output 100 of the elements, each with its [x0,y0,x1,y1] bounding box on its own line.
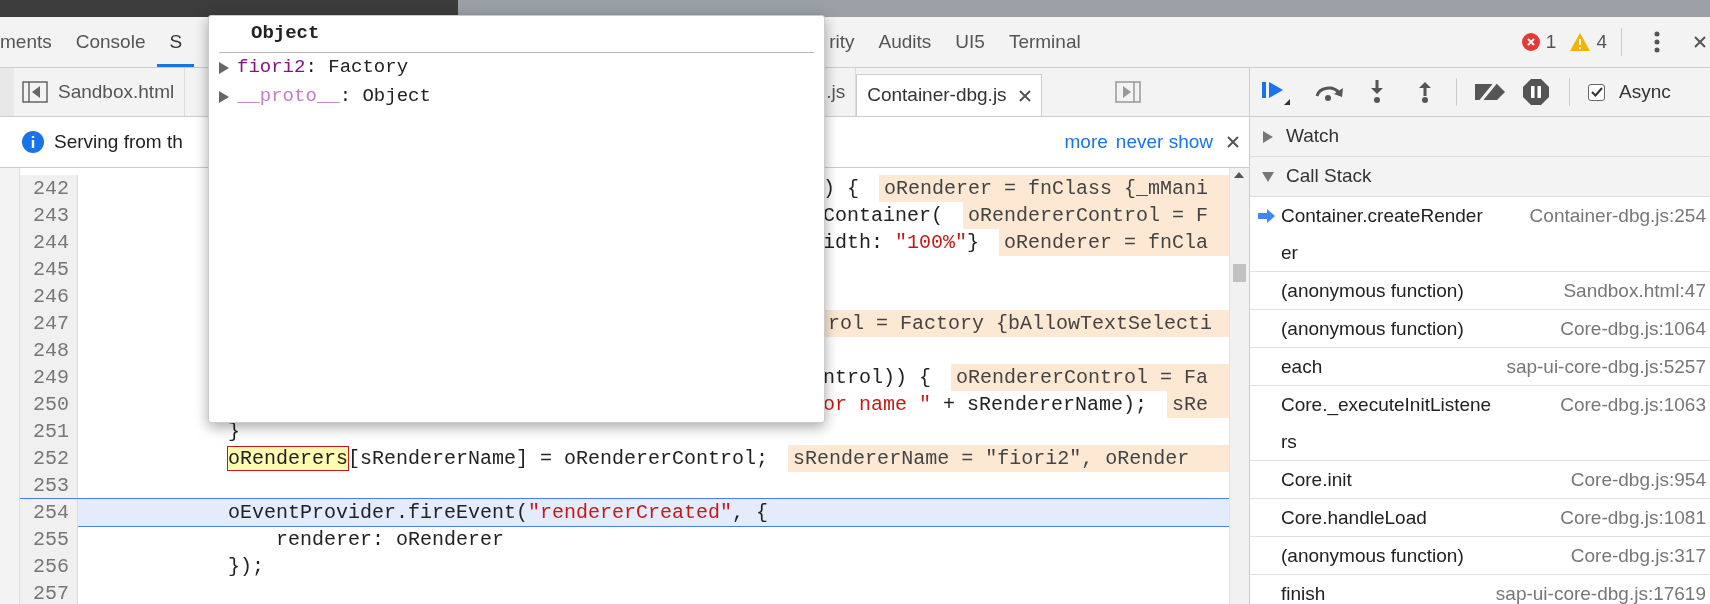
file-tab[interactable]: Sandbox.html [48,68,186,116]
close-icon[interactable] [1018,89,1031,102]
line-number: 250 [20,391,78,418]
line-number: 247 [20,310,78,337]
function-name: (anonymous function) [1281,279,1465,303]
frame-location: Core-dbg.js:1063 [1559,393,1706,417]
frame-location: sap-ui-core-dbg.js:5257 [1505,355,1706,379]
code-text: idth: "100%"} [823,229,980,256]
line-number: 248 [20,337,78,364]
async-checkbox[interactable] [1588,83,1605,101]
line-number: 251 [20,418,78,445]
inline-value: oRendererControl = F [963,202,1229,229]
line-number: 254 [20,499,78,526]
scroll-up-icon[interactable] [1234,172,1244,178]
line-number: 246 [20,283,78,310]
panel-tab[interactable]: Console [63,17,158,67]
frame-location: Core-dbg.js:1064 [1559,317,1706,341]
step-into-icon[interactable] [1370,80,1384,104]
line-number: 257 [20,580,78,604]
panel-tab[interactable]: ments [0,17,64,67]
more-options-icon[interactable] [1654,31,1660,53]
line-number: 244 [20,229,78,256]
frame-location: sap-ui-core-dbg.js:17619 [1494,582,1706,604]
code-text: or name " + sRendererName); [823,391,1148,418]
frame-location: Core-dbg.js:317 [1569,544,1706,568]
function-name: Core.init [1281,468,1353,492]
error-icon [1521,33,1540,51]
panel-tab[interactable]: UI5 [943,17,997,67]
line-number: 249 [20,364,78,391]
panel-tab[interactable]: Terminal [996,17,1093,67]
line-number: 252 [20,445,78,472]
checkbox-label: Async [1619,79,1671,104]
info-message: Serving from th [54,129,183,154]
code-text: oRenderers[sRendererName] = oRendererControl; [228,445,769,472]
call-stack-frame[interactable]: finish sap-ui-core-dbg.js:17619 [1250,575,1710,604]
call-stack-frame[interactable]: Core._executeInitListeners Core-dbg.js:1063 [1250,386,1710,461]
panel-tab[interactable]: Audits [866,17,944,67]
function-name: finish [1281,582,1327,604]
line-number: 256 [20,553,78,580]
info-link[interactable]: more [1064,127,1108,157]
function-name: (anonymous function) [1281,544,1465,568]
line-number: 242 [20,175,78,202]
pause-on-exceptions-icon[interactable] [1523,79,1549,105]
close-icon[interactable] [1227,136,1239,148]
panel-toggle-icon[interactable] [1115,81,1141,103]
error-count: 1 [1545,29,1557,54]
expanded-triangle-icon [1262,170,1274,183]
popover-title: Object [219,16,814,53]
code-text: ) { [823,175,859,202]
inline-value: sRe [1167,391,1229,418]
info-link[interactable]: never show [1115,127,1213,157]
inline-value: sRendererName = "fiori2", oRender [788,445,1229,472]
code-text: Container( [823,202,944,229]
function-name: Core.handleLoad [1281,506,1428,530]
code-text: }); [228,553,264,580]
file-tab[interactable]: Container-dbg.js [856,74,1042,116]
expand-triangle-icon[interactable] [219,90,229,103]
warning-count: 4 [1596,29,1607,54]
close-icon[interactable] [1694,36,1706,48]
section-header[interactable]: Call Stack [1250,157,1710,197]
inline-value: rol = Factory {bAllowTextSelecti [823,310,1229,337]
property-value: : Factory [305,55,409,81]
line-number: 253 [20,472,78,499]
call-stack-frame[interactable]: each sap-ui-core-dbg.js:5257 [1250,348,1710,386]
frame-location: Core-dbg.js:954 [1569,468,1706,492]
line-number: 243 [20,202,78,229]
info-icon [22,131,44,153]
function-name: (anonymous function) [1281,317,1465,341]
line-number: 255 [20,526,78,553]
call-stack-frame[interactable]: (anonymous function) Core-dbg.js:317 [1250,537,1710,575]
scrollbar-thumb[interactable] [1233,264,1246,282]
call-stack-frame[interactable]: Core.handleLoad Core-dbg.js:1081 [1250,499,1710,537]
function-name: each [1281,355,1324,379]
inline-value: oRenderer = fnClass {_mMani [879,175,1229,202]
frame-location: Container-dbg.js:254 [1528,204,1706,228]
property-value: : Object [339,84,431,110]
frame-location: Core-dbg.js:1081 [1559,506,1706,530]
call-stack-frame[interactable]: Container.createRenderer Container-dbg.js:254 [1250,197,1710,272]
section-header[interactable]: Watch [1250,117,1710,157]
frame-location: Sandbox.html:47 [1562,279,1706,303]
property-name: __proto__ [237,84,340,110]
function-name: Core._executeInitListeners [1281,393,1493,454]
inline-value: oRendererControl = Fa [951,364,1229,391]
panel-tab[interactable]: rity [817,17,867,67]
collapsed-triangle-icon [1262,130,1274,143]
warning-icon [1570,33,1591,51]
code-text: renderer: oRenderer [276,526,505,553]
property-name: fiori2 [237,55,306,81]
sidebar-toggle-icon[interactable] [22,81,48,103]
function-name: Container.createRenderer [1281,204,1484,265]
inline-value: oRenderer = fnCla [999,229,1229,256]
resume-icon[interactable] [1262,79,1292,105]
search-match-highlight: oRenderers [228,446,349,470]
call-stack-frame[interactable]: (anonymous function) Core-dbg.js:1064 [1250,310,1710,348]
step-out-icon[interactable] [1418,80,1432,104]
scrollbar[interactable] [1229,168,1249,604]
call-stack-frame[interactable]: Core.init Core-dbg.js:954 [1250,461,1710,499]
call-stack-frame[interactable]: (anonymous function) Sandbox.html:47 [1250,272,1710,310]
code-text: oEventProvider.fireEvent("rendererCreated", { [228,499,769,526]
expand-triangle-icon[interactable] [219,61,229,74]
